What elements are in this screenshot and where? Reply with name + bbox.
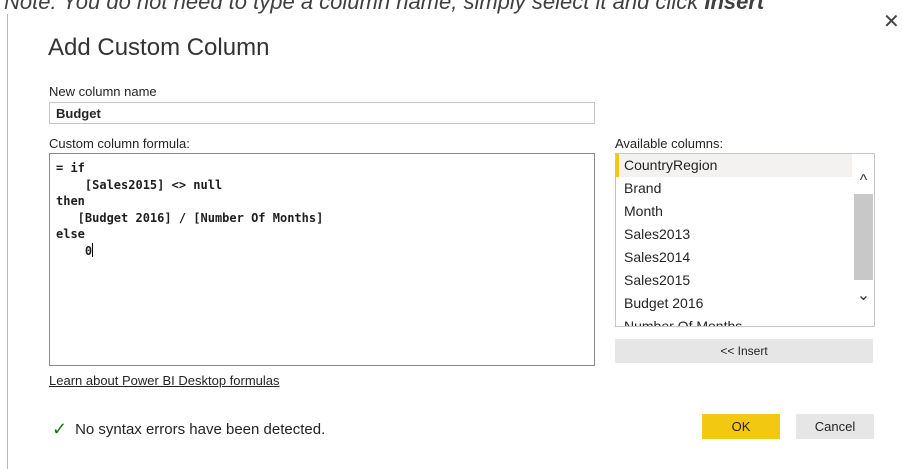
formula-line: [Budget 2016] / [Number Of Months]	[56, 210, 324, 225]
column-item-number-of-months[interactable]: Number Of Months	[616, 315, 852, 326]
status-text: No syntax errors have been detected.	[75, 421, 326, 438]
column-item-month[interactable]: Month	[616, 200, 852, 223]
column-item-countryregion[interactable]: CountryRegion	[616, 154, 852, 177]
column-item-sales2013[interactable]: Sales2013	[616, 223, 852, 246]
dialog-title: Add Custom Column	[48, 34, 270, 61]
add-custom-column-dialog: ✕ Add Custom Column New column name Cust…	[7, 12, 902, 469]
note-emphasis: Insert	[704, 0, 765, 14]
insert-button[interactable]: << Insert	[615, 339, 873, 363]
columns-scrollbar[interactable]: ^ ⌄	[853, 154, 874, 326]
cancel-button[interactable]: Cancel	[796, 414, 874, 439]
instruction-note: Note: You do not need to type a column n…	[4, 0, 764, 15]
text-caret	[92, 242, 94, 257]
note-text: Note: You do not need to type a column n…	[4, 0, 705, 14]
close-icon[interactable]: ✕	[883, 12, 900, 32]
custom-column-formula-label: Custom column formula:	[49, 136, 190, 151]
available-columns-list[interactable]: CountryRegion Brand Month Sales2013 Sale…	[615, 153, 875, 327]
formula-line-text: 0	[56, 243, 93, 258]
column-item-budget-2016[interactable]: Budget 2016	[616, 292, 852, 315]
column-item-brand[interactable]: Brand	[616, 177, 852, 200]
new-column-name-input[interactable]	[49, 102, 595, 124]
available-columns-label: Available columns:	[615, 136, 724, 151]
formula-line: then	[56, 194, 85, 208]
formula-line: 0	[56, 242, 588, 260]
scrollbar-thumb[interactable]	[854, 194, 873, 280]
column-item-sales2015[interactable]: Sales2015	[616, 269, 852, 292]
formula-line: [Sales2015] <> null	[56, 177, 223, 192]
formula-line: else	[56, 227, 85, 241]
column-item-sales2014[interactable]: Sales2014	[616, 246, 852, 269]
chevron-down-icon[interactable]: ⌄	[853, 285, 874, 304]
ok-button[interactable]: OK	[702, 414, 780, 439]
new-column-name-label: New column name	[49, 84, 157, 99]
learn-formulas-link[interactable]: Learn about Power BI Desktop formulas	[49, 373, 280, 388]
formula-editor[interactable]: = if [Sales2015] <> null then [Budget 201…	[49, 153, 595, 366]
checkmark-icon: ✓	[52, 419, 68, 439]
formula-line: = if	[56, 161, 85, 175]
syntax-status: ✓ No syntax errors have been detected.	[52, 419, 325, 440]
chevron-up-icon[interactable]: ^	[853, 172, 874, 190]
